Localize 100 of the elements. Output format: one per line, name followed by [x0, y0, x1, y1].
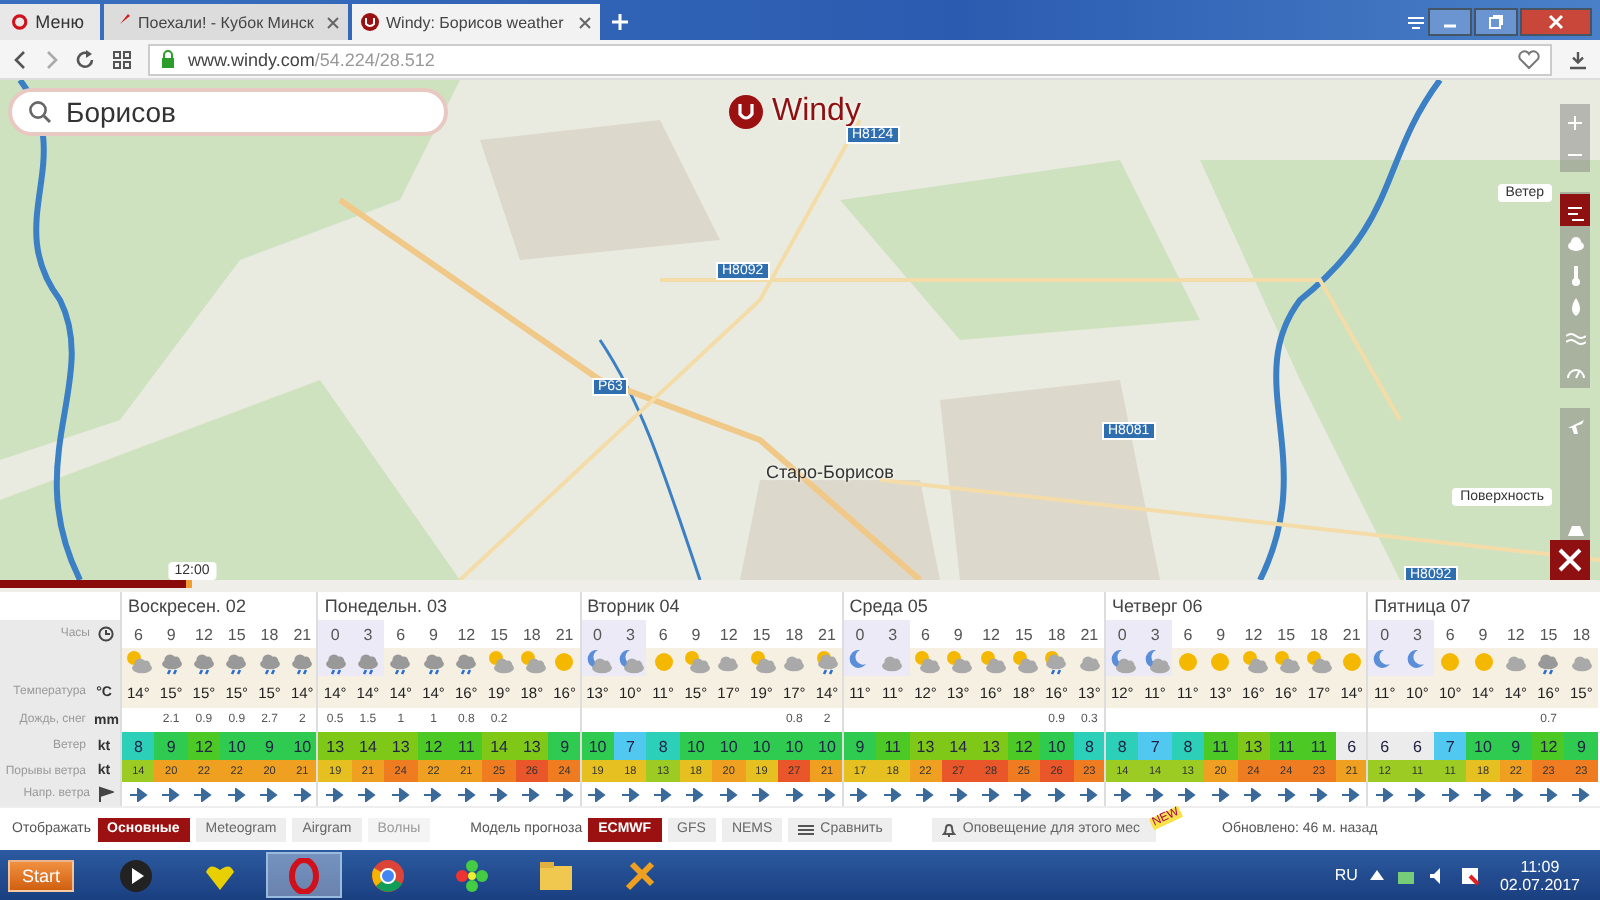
chrome-icon: [370, 857, 407, 893]
arrow-icon: [1047, 787, 1066, 801]
menu-icon[interactable]: [1406, 14, 1426, 30]
arrow-icon: [424, 787, 443, 801]
arrow-icon: [719, 787, 738, 801]
wind-cell: 11: [1269, 732, 1303, 760]
heart-icon[interactable]: [1518, 49, 1540, 69]
close-icon[interactable]: [578, 15, 592, 29]
timeline-progress[interactable]: [0, 580, 192, 588]
close-button[interactable]: [1550, 540, 1590, 580]
wind-cell: 11: [1204, 732, 1238, 760]
arrow-icon: [1408, 787, 1427, 801]
search-icon: [28, 100, 52, 124]
sun-cloud-icon: [1275, 651, 1301, 674]
rain-cloud-icon: [325, 654, 346, 676]
arrow-icon: [358, 787, 377, 801]
wind-cell: 13: [515, 732, 549, 760]
sun-cloud-icon: [1307, 651, 1333, 674]
browser-tab[interactable]: Поехали! - Кубок Минск: [104, 4, 348, 40]
clock-icon: [98, 626, 114, 642]
sun-cloud-icon: [1012, 651, 1038, 674]
wind-cell: 8: [1171, 732, 1205, 760]
arrow-icon: [1441, 787, 1460, 801]
moon-cloud-icon: [1144, 649, 1170, 674]
hour-cell-text: 12: [1242, 623, 1265, 647]
windy-logo-icon: [360, 12, 380, 32]
arrow-icon: [1146, 787, 1165, 801]
search-input[interactable]: Борисов: [62, 94, 422, 130]
hour-cell-text: 9: [689, 623, 703, 647]
menu-button[interactable]: Меню: [0, 4, 100, 40]
hour-cell-text: 12: [455, 623, 478, 647]
sun-icon: [555, 653, 574, 671]
address-field[interactable]: www.windy.com/54.224/28.512: [148, 43, 1552, 75]
opera-icon: [286, 857, 323, 893]
wind-cell: 10: [745, 732, 778, 760]
opera-logo-icon: [12, 12, 28, 32]
wind-cell: 11: [876, 732, 910, 760]
arrow-icon: [1309, 787, 1328, 801]
wind-cell: 9: [253, 732, 286, 760]
wind-cell: 12: [1007, 732, 1041, 760]
hour-cell-text: 18: [783, 623, 806, 647]
rain-cloud-icon: [259, 654, 280, 676]
restore-icon: [1488, 14, 1504, 30]
hour-cell-text: 12: [717, 623, 740, 647]
hour-cell-text: 21: [553, 623, 576, 647]
sun-icon: [1342, 653, 1361, 671]
arrow-icon: [785, 787, 804, 801]
wind-cell: 13: [1237, 732, 1270, 760]
arrow-icon: [227, 787, 246, 801]
rain-cloud-icon: [161, 654, 182, 676]
date-label: 02.07.2017: [1499, 875, 1580, 893]
tool-icon: [622, 857, 659, 893]
arrow-icon: [588, 787, 607, 801]
sun-cloud-icon: [520, 651, 546, 674]
reload-icon[interactable]: [76, 49, 96, 69]
hour-cell: 3: [1138, 620, 1172, 648]
up-arrow-icon[interactable]: [1369, 870, 1384, 880]
hour-cell-text: 18: [1308, 623, 1330, 647]
hour-cell-text: 9: [1476, 623, 1490, 647]
browser-tab[interactable]: Windy: Борисов weather: [352, 4, 600, 40]
bell-icon: [942, 821, 957, 837]
wind-cell: 10: [712, 732, 746, 760]
download-icon[interactable]: [1568, 49, 1588, 69]
close-icon[interactable]: [326, 15, 340, 29]
cloud-icon: [1565, 231, 1585, 253]
rain-cloud-icon: [390, 654, 411, 676]
wind-cell: 10: [679, 732, 713, 760]
clock[interactable]: 11:09 02.07.2017: [1499, 857, 1580, 893]
sun-cloud-icon: [947, 651, 973, 674]
arrow-icon: [1506, 787, 1525, 801]
hour-cell: 0: [1368, 620, 1402, 648]
arrow-icon: [1539, 787, 1558, 801]
windy-logo-icon: [728, 94, 764, 130]
minimize-button[interactable]: [1428, 8, 1472, 36]
search-bar[interactable]: Борисов: [8, 88, 448, 136]
wind-cell: 8: [646, 732, 680, 760]
sun-rain-cloud-icon: [1045, 651, 1067, 676]
grid-icon[interactable]: [112, 49, 132, 69]
arrow-icon: [162, 787, 181, 801]
wind-cell: 12: [187, 732, 221, 760]
cloud-icon: [1505, 656, 1526, 672]
hour-cell-text: 9: [427, 623, 440, 647]
hour-cell-text: 15: [488, 623, 510, 647]
rain-cloud-icon: [193, 654, 214, 676]
wind-cell: 13: [318, 732, 352, 760]
restore-button[interactable]: [1474, 8, 1518, 36]
plus-icon[interactable]: [612, 14, 628, 30]
language-indicator[interactable]: RU: [1334, 866, 1358, 884]
wind-cell: 13: [384, 732, 418, 760]
layer-button[interactable]: [1560, 194, 1590, 226]
moon-cloud-icon: [1111, 649, 1137, 674]
hour-cell: 3: [613, 620, 647, 648]
rain-cloud-icon: [292, 654, 313, 676]
hour-cell-text: 9: [164, 623, 178, 647]
close-button[interactable]: [1520, 8, 1592, 36]
hour-cell: 0: [1105, 620, 1139, 648]
cloud-icon: [784, 656, 805, 672]
wind-cell: 14: [482, 732, 516, 760]
wind-cell: 10: [220, 732, 254, 760]
back-icon[interactable]: [12, 49, 28, 69]
